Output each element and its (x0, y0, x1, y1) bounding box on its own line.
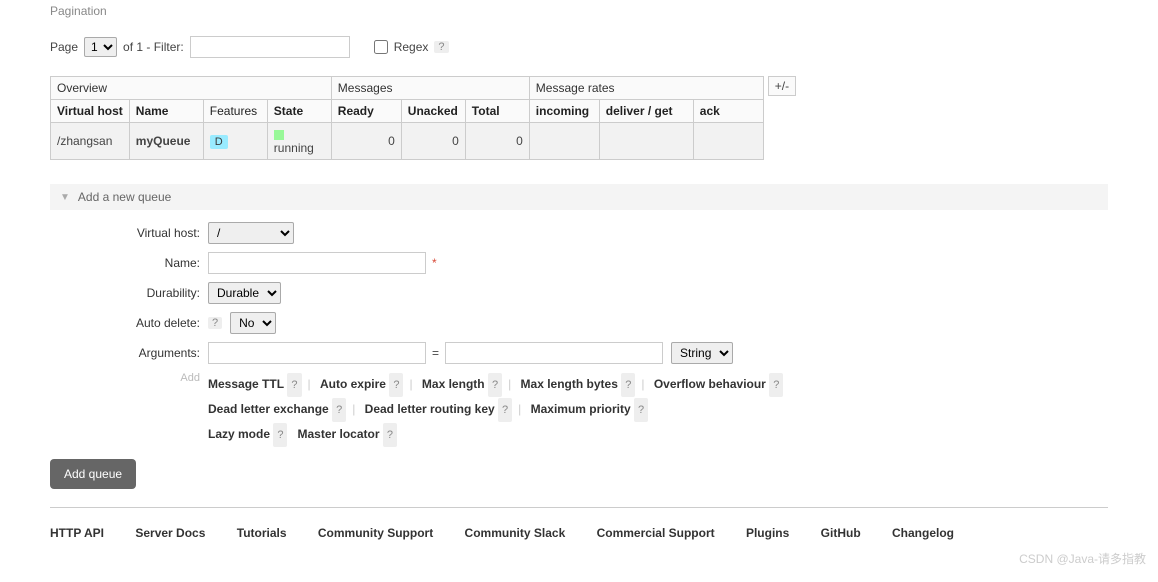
col-ready[interactable]: Ready (331, 100, 401, 123)
footer-http-api[interactable]: HTTP API (50, 526, 104, 540)
footer-server-docs[interactable]: Server Docs (135, 526, 205, 540)
filter-input[interactable] (190, 36, 350, 58)
cell-vhost: /zhangsan (51, 123, 130, 160)
hint-auto-expire[interactable]: Auto expire (320, 377, 386, 391)
col-ack[interactable]: ack (693, 100, 763, 123)
hint-dlx-help-icon[interactable]: ? (332, 398, 346, 422)
footer-community-slack[interactable]: Community Slack (465, 526, 566, 540)
hint-master-locator[interactable]: Master locator (298, 427, 380, 441)
regex-checkbox[interactable] (374, 40, 388, 54)
regex-label: Regex (394, 40, 429, 54)
equals-icon: = (432, 346, 439, 360)
page-of-label: of 1 - Filter: (123, 40, 184, 54)
add-hint-label: Add (50, 372, 208, 447)
footer-divider (50, 507, 1108, 508)
page-label: Page (50, 40, 78, 54)
hint-master-help-icon[interactable]: ? (383, 423, 397, 447)
footer-nav: HTTP API Server Docs Tutorials Community… (0, 518, 1158, 548)
durability-select[interactable]: Durable (208, 282, 281, 304)
hint-message-ttl-help-icon[interactable]: ? (287, 373, 301, 397)
col-group-overview: Overview (51, 77, 332, 100)
col-group-messages: Messages (331, 77, 529, 100)
regex-help-icon[interactable]: ? (434, 41, 448, 53)
cell-features: D (203, 123, 267, 160)
cell-state: running (267, 123, 331, 160)
columns-toggle-button[interactable]: +/- (768, 76, 796, 96)
state-running-icon (274, 130, 284, 140)
add-queue-title: Add a new queue (78, 190, 171, 204)
cell-ready: 0 (331, 123, 401, 160)
hint-dlrk-help-icon[interactable]: ? (498, 398, 512, 422)
chevron-down-icon: ▼ (60, 192, 70, 203)
cell-unacked: 0 (401, 123, 465, 160)
col-unacked[interactable]: Unacked (401, 100, 465, 123)
durable-badge-icon: D (210, 135, 228, 149)
col-incoming[interactable]: incoming (529, 100, 599, 123)
hint-max-length-help-icon[interactable]: ? (488, 373, 502, 397)
cell-deliver (599, 123, 693, 160)
page-select[interactable]: 1 (84, 37, 117, 57)
hint-max-length-bytes-help-icon[interactable]: ? (621, 373, 635, 397)
autodelete-select[interactable]: No (230, 312, 276, 334)
add-queue-collapser[interactable]: ▼ Add a new queue (50, 184, 1108, 210)
autodelete-help-icon[interactable]: ? (208, 317, 222, 329)
cell-name[interactable]: myQueue (129, 123, 203, 160)
col-group-rates: Message rates (529, 77, 763, 100)
footer-community-support[interactable]: Community Support (318, 526, 433, 540)
hint-max-priority-help-icon[interactable]: ? (634, 398, 648, 422)
required-icon: * (432, 256, 437, 270)
footer-changelog[interactable]: Changelog (892, 526, 954, 540)
col-total[interactable]: Total (465, 100, 529, 123)
vhost-select[interactable]: / (208, 222, 294, 244)
hint-dlx[interactable]: Dead letter exchange (208, 402, 329, 416)
table-row: /zhangsan myQueue D running 0 0 0 (51, 123, 764, 160)
vhost-label: Virtual host: (50, 226, 208, 240)
hint-dlrk[interactable]: Dead letter routing key (365, 402, 495, 416)
hint-max-priority[interactable]: Maximum priority (531, 402, 631, 416)
cell-incoming (529, 123, 599, 160)
hint-max-length[interactable]: Max length (422, 377, 485, 391)
hint-overflow-help-icon[interactable]: ? (769, 373, 783, 397)
footer-commercial-support[interactable]: Commercial Support (597, 526, 715, 540)
hint-auto-expire-help-icon[interactable]: ? (389, 373, 403, 397)
argument-key-input[interactable] (208, 342, 426, 364)
hint-lazy-mode[interactable]: Lazy mode (208, 427, 270, 441)
col-name[interactable]: Name (129, 100, 203, 123)
watermark: CSDN @Java-请多指教 (0, 548, 1158, 569)
cell-ack (693, 123, 763, 160)
hint-lazy-help-icon[interactable]: ? (273, 423, 287, 447)
col-features[interactable]: Features (203, 100, 267, 123)
durability-label: Durability: (50, 286, 208, 300)
hint-overflow[interactable]: Overflow behaviour (654, 377, 766, 391)
queues-table: Overview Messages Message rates Virtual … (50, 76, 764, 160)
hint-message-ttl[interactable]: Message TTL (208, 377, 284, 391)
pagination-header: Pagination (50, 0, 1108, 26)
autodelete-label: Auto delete: (50, 316, 208, 330)
cell-total: 0 (465, 123, 529, 160)
col-vhost[interactable]: Virtual host (51, 100, 130, 123)
footer-github[interactable]: GitHub (821, 526, 861, 540)
name-input[interactable] (208, 252, 426, 274)
pagination-controls: Page 1 of 1 - Filter: Regex ? (50, 26, 1108, 76)
name-label: Name: (50, 256, 208, 270)
argument-hints: Message TTL ?| Auto expire ?| Max length… (208, 372, 1108, 447)
footer-tutorials[interactable]: Tutorials (237, 526, 287, 540)
arguments-label: Arguments: (50, 346, 208, 360)
argument-value-input[interactable] (445, 342, 663, 364)
col-deliver[interactable]: deliver / get (599, 100, 693, 123)
col-state[interactable]: State (267, 100, 331, 123)
add-queue-button[interactable]: Add queue (50, 459, 136, 489)
hint-max-length-bytes[interactable]: Max length bytes (521, 377, 618, 391)
argument-type-select[interactable]: String (671, 342, 733, 364)
footer-plugins[interactable]: Plugins (746, 526, 789, 540)
